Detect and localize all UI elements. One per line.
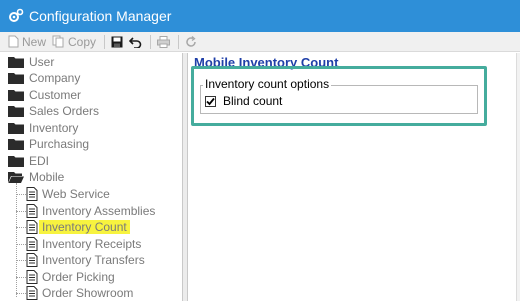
tree-folder-label: Mobile [29, 170, 65, 184]
folder-icon [8, 73, 24, 84]
window-edge [516, 53, 520, 301]
title-bar: Configuration Manager [0, 0, 520, 32]
folder-icon [8, 123, 24, 134]
tree-folder-label: Purchasing [29, 137, 90, 151]
pane-splitter[interactable] [183, 53, 188, 301]
settings-document-icon [26, 270, 38, 284]
tree-item-inventory-transfers[interactable]: Inventory Transfers [26, 252, 145, 268]
new-button-label: New [22, 34, 47, 49]
settings-document-icon [26, 237, 38, 251]
toolbar-separator [178, 34, 180, 49]
open-folder-icon [8, 172, 24, 183]
tree-folder-company[interactable]: Company [8, 70, 80, 86]
tree-folder-label: User [29, 55, 55, 69]
tree-folder-purchasing[interactable]: Purchasing [8, 136, 89, 152]
settings-panel: Mobile Inventory Count Inventory count o… [189, 53, 520, 301]
tree-connector [16, 183, 17, 297]
folder-icon [8, 106, 24, 117]
toolbar-separator [150, 34, 152, 49]
navigation-tree: User Company Customer Sales Orders Inven… [0, 53, 183, 301]
tree-folder-label: Company [29, 71, 81, 85]
tree-folder-edi[interactable]: EDI [8, 153, 49, 169]
tree-connector [16, 260, 26, 261]
group-title: Inventory count options [203, 77, 332, 91]
tree-item-label: Inventory Transfers [42, 253, 145, 267]
copy-button[interactable]: Copy [52, 35, 96, 49]
tree-item-label: Web Service [42, 187, 110, 201]
settings-document-icon [26, 286, 38, 300]
tree-item-web-service[interactable]: Web Service [26, 186, 110, 202]
tree-connector [16, 244, 26, 245]
copy-icon [52, 35, 64, 48]
window-title: Configuration Manager [29, 8, 172, 24]
folder-icon [8, 139, 24, 150]
tree-item-label: Order Picking [42, 270, 115, 284]
tree-folder-label: EDI [29, 154, 50, 168]
tree-item-inventory-assemblies[interactable]: Inventory Assemblies [26, 203, 155, 219]
settings-document-icon [26, 253, 38, 267]
folder-icon [8, 57, 24, 68]
folder-icon [8, 90, 24, 101]
tree-folder-customer[interactable]: Customer [8, 87, 81, 103]
undo-icon[interactable] [129, 36, 142, 48]
tree-connector [16, 211, 26, 212]
settings-document-icon [26, 187, 38, 201]
refresh-icon[interactable] [185, 35, 197, 48]
tree-connector [16, 227, 26, 228]
new-button[interactable]: New [8, 35, 46, 49]
tree-folder-label: Customer [29, 88, 82, 102]
tree-item-label: Inventory Count [39, 220, 130, 234]
print-icon[interactable] [157, 35, 171, 48]
settings-document-icon [26, 204, 38, 218]
tree-item-inventory-receipts[interactable]: Inventory Receipts [26, 236, 141, 252]
tree-item-label: Inventory Assemblies [42, 204, 156, 218]
settings-document-icon [26, 220, 38, 234]
toolbar-separator [104, 34, 106, 49]
tree-folder-sales-orders[interactable]: Sales Orders [8, 103, 99, 119]
toolbar: New Copy [0, 32, 520, 52]
tree-folder-user[interactable]: User [8, 54, 54, 70]
tree-item-label: Inventory Receipts [42, 237, 142, 251]
tree-connector [16, 277, 26, 278]
tree-item-label: Order Showroom [42, 286, 134, 300]
tree-item-order-picking[interactable]: Order Picking [26, 269, 115, 285]
tree-folder-label: Sales Orders [29, 104, 100, 118]
gears-icon [8, 8, 24, 24]
copy-button-label: Copy [68, 34, 97, 49]
blind-count-checkbox[interactable] [205, 95, 216, 107]
tree-item-order-showroom[interactable]: Order Showroom [26, 285, 133, 301]
tree-connector [16, 194, 26, 195]
blind-count-option[interactable]: Blind count [205, 94, 282, 108]
blind-count-label: Blind count [223, 94, 283, 108]
tree-folder-inventory[interactable]: Inventory [8, 120, 78, 136]
tree-item-inventory-count[interactable]: Inventory Count [26, 219, 130, 235]
save-icon[interactable] [111, 36, 123, 48]
new-document-icon [8, 35, 19, 48]
tree-connector [16, 293, 26, 294]
folder-icon [8, 156, 24, 167]
tree-folder-label: Inventory [29, 121, 79, 135]
checkmark-icon [206, 97, 215, 105]
